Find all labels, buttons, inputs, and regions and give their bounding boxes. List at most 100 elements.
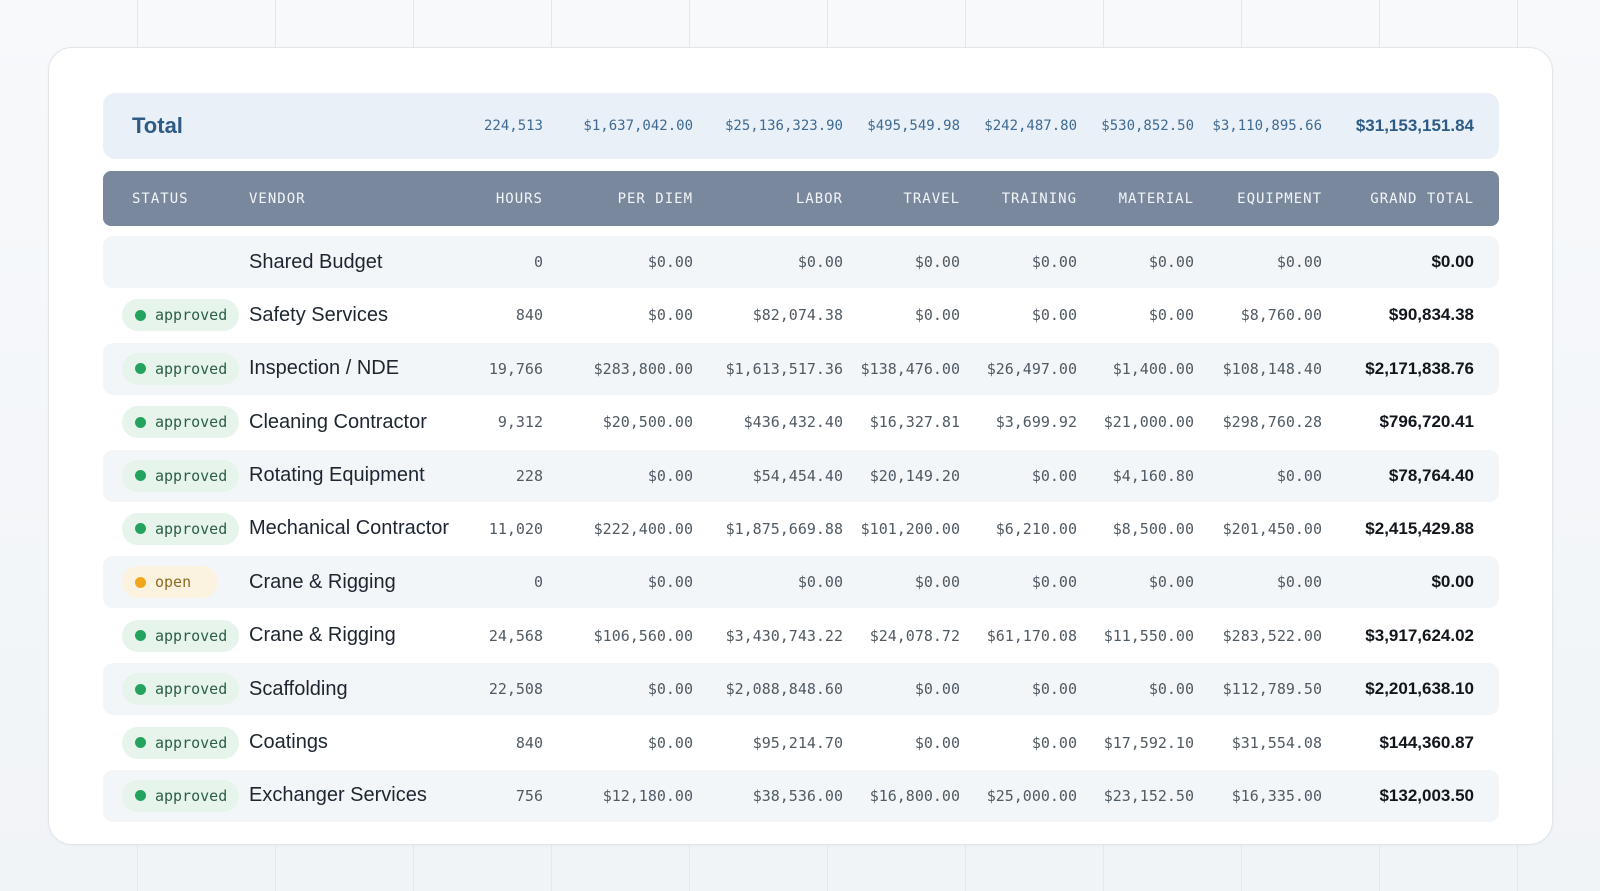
status-label: approved (155, 466, 228, 485)
status-label: approved (155, 786, 228, 805)
status-badge: approved (122, 352, 240, 385)
table-row[interactable]: approved Rotating Equipment 228 $0.00 $54,45… (103, 449, 1499, 502)
header-travel[interactable]: TRAVEL (843, 171, 960, 226)
status-dot-icon (135, 470, 146, 482)
cell-travel: $24,078.72 (869, 626, 960, 645)
status-badge: approved (122, 406, 240, 439)
cell-vendor: Shared Budget (249, 250, 383, 273)
header-grand-total[interactable]: GRAND TOTAL (1322, 171, 1474, 226)
status-label: approved (155, 626, 228, 645)
total-label: Total (132, 113, 183, 138)
cell-material: $23,152.50 (1103, 786, 1194, 805)
cell-training: $0.00 (1031, 573, 1077, 592)
cell-training: $6,210.00 (995, 519, 1077, 538)
cell-status: approved (122, 450, 246, 502)
cell-grand-total: $796,720.41 (1379, 412, 1474, 432)
cell-per-diem: $222,400.00 (593, 519, 693, 538)
cell-material: $8,500.00 (1112, 519, 1194, 538)
cell-training: $0.00 (1031, 733, 1077, 752)
cell-grand-total: $2,171,838.76 (1365, 358, 1474, 378)
cell-hours: 19,766 (488, 359, 543, 378)
cell-material: $4,160.80 (1112, 466, 1194, 485)
table-row[interactable]: approved Crane & Rigging 24,568 $106,560.00… (103, 610, 1499, 662)
cell-grand-total: $132,003.50 (1379, 785, 1474, 805)
status-label: open (155, 573, 192, 592)
header-equipment[interactable]: EQUIPMENT (1194, 171, 1322, 226)
table-row[interactable]: approved Exchanger Services 756 $12,180.00 $… (103, 769, 1499, 822)
table-row[interactable]: approved Mechanical Contractor 11,020 $222,… (103, 503, 1499, 555)
table-row[interactable]: approved Inspection / NDE 19,766 $283,800.0… (103, 342, 1499, 395)
cell-status: open (122, 556, 246, 608)
cell-equipment: $298,760.28 (1222, 413, 1322, 432)
status-badge: approved (122, 619, 240, 652)
total-training: $242,487.80 (984, 118, 1077, 134)
cell-training: $0.00 (1031, 680, 1077, 699)
header-training[interactable]: TRAINING (960, 171, 1077, 226)
table-row[interactable]: approved Cleaning Contractor 9,312 $20,500.… (103, 396, 1499, 448)
header-vendor[interactable]: VENDOR (249, 171, 479, 226)
cell-material: $1,400.00 (1112, 359, 1194, 378)
cell-hours: 840 (515, 306, 543, 325)
cell-labor: $82,074.38 (752, 306, 843, 325)
cell-status: approved (122, 343, 246, 395)
cell-hours: 228 (515, 466, 543, 485)
cell-labor: $3,430,743.22 (725, 626, 843, 645)
status-dot-icon (135, 790, 146, 802)
cell-training: $3,699.92 (995, 413, 1077, 432)
cell-equipment: $108,148.40 (1222, 359, 1322, 378)
header-material[interactable]: MATERIAL (1077, 171, 1194, 226)
cell-per-diem: $0.00 (647, 466, 693, 485)
table-row[interactable]: approved Scaffolding 22,508 $0.00 $2,088,848… (103, 663, 1499, 716)
cell-material: $0.00 (1148, 253, 1194, 271)
header-per-diem[interactable]: PER DIEM (543, 171, 693, 226)
cell-equipment: $201,450.00 (1222, 519, 1322, 538)
cell-hours: 756 (515, 786, 543, 805)
cell-travel: $16,800.00 (869, 786, 960, 805)
header-hours[interactable]: HOURS (463, 171, 543, 226)
cell-hours: 0 (533, 253, 543, 271)
cell-per-diem: $12,180.00 (602, 786, 693, 805)
total-hours: 224,513 (483, 118, 543, 134)
cell-material: $0.00 (1148, 306, 1194, 325)
status-label: approved (155, 519, 228, 538)
cell-hours: 9,312 (497, 413, 543, 432)
cell-equipment: $16,335.00 (1231, 786, 1322, 805)
cell-per-diem: $0.00 (647, 680, 693, 699)
status-dot-icon (135, 683, 146, 695)
cell-material: $0.00 (1148, 680, 1194, 699)
table-row[interactable]: Shared Budget 0 $0.00 $0.00 $0.00 $0.00 $0.00 $… (103, 236, 1499, 288)
total-material: $530,852.50 (1101, 118, 1194, 134)
status-label: approved (155, 413, 228, 432)
header-labor[interactable]: LABOR (693, 171, 843, 226)
table-header: STATUS VENDOR HOURS PER DIEM LABOR TRAVE… (103, 171, 1499, 226)
cell-training: $0.00 (1031, 306, 1077, 325)
cell-grand-total: $90,834.38 (1388, 305, 1474, 325)
status-dot-icon (135, 630, 146, 642)
cell-equipment: $0.00 (1276, 253, 1322, 271)
total-labor: $25,136,323.90 (724, 118, 843, 134)
cell-vendor: Crane & Rigging (249, 570, 396, 593)
cell-hours: 22,508 (488, 680, 543, 699)
cell-per-diem: $283,800.00 (593, 359, 693, 378)
cell-per-diem: $20,500.00 (602, 413, 693, 432)
cell-labor: $54,454.40 (752, 466, 843, 485)
table-row[interactable]: approved Coatings 840 $0.00 $95,214.70 $0.00 $… (103, 717, 1499, 769)
cell-travel: $16,327.81 (869, 413, 960, 432)
cell-hours: 11,020 (488, 519, 543, 538)
cell-per-diem: $0.00 (647, 733, 693, 752)
cell-grand-total: $144,360.87 (1379, 732, 1474, 752)
header-status[interactable]: STATUS (132, 171, 256, 226)
table-row[interactable]: open Crane & Rigging 0 $0.00 $0.00 $0.00 $0.00… (103, 556, 1499, 609)
cell-status: approved (122, 396, 246, 448)
table-row[interactable]: approved Safety Services 840 $0.00 $82,074.3… (103, 289, 1499, 341)
cell-material: $21,000.00 (1103, 413, 1194, 432)
cell-labor: $38,536.00 (752, 786, 843, 805)
cell-training: $61,170.08 (986, 626, 1077, 645)
cell-per-diem: $0.00 (647, 306, 693, 325)
total-per-diem: $1,637,042.00 (583, 118, 693, 134)
cell-equipment: $31,554.08 (1231, 733, 1322, 752)
cell-training: $0.00 (1031, 466, 1077, 485)
cell-equipment: $8,760.00 (1240, 306, 1322, 325)
cell-vendor: Rotating Equipment (249, 464, 425, 487)
cell-labor: $1,613,517.36 (725, 359, 843, 378)
